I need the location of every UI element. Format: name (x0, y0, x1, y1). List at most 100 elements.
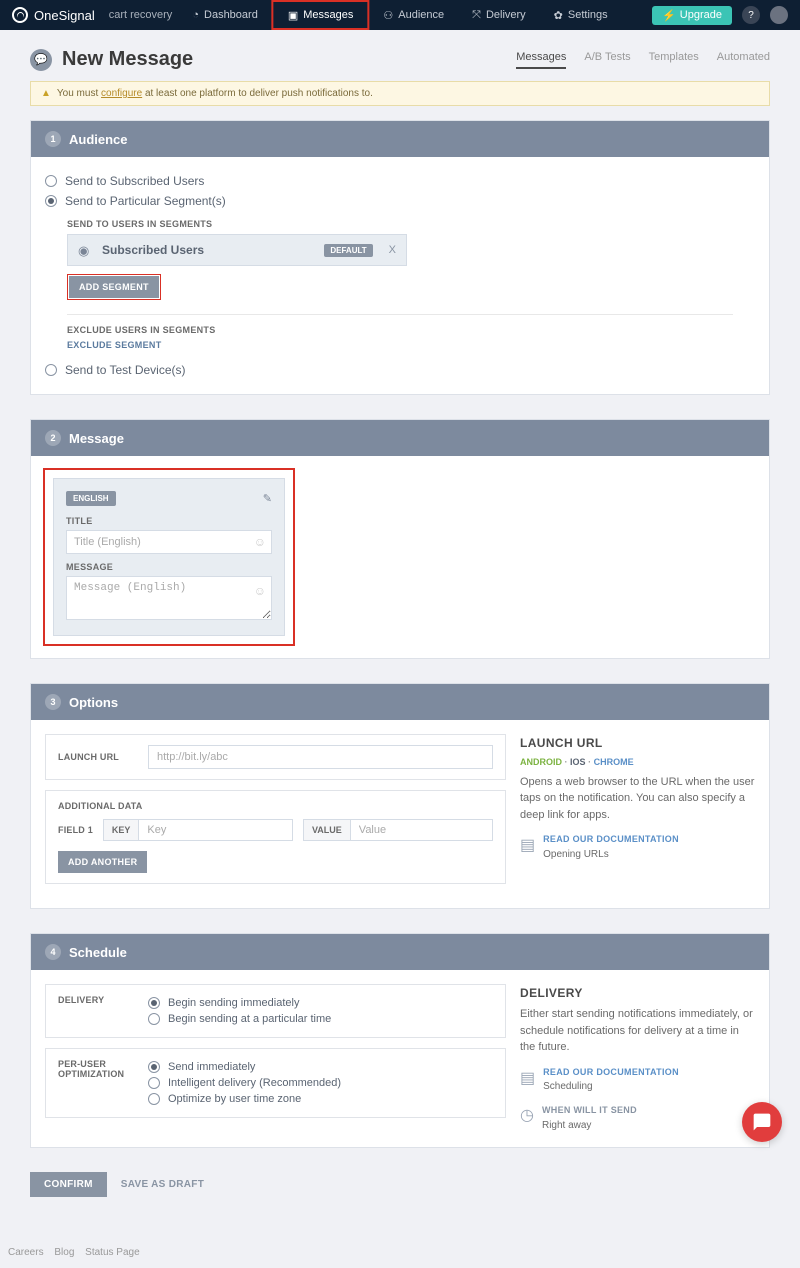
footer-status[interactable]: Status Page (85, 1247, 139, 1258)
segment-chip: ◉ Subscribed Users DEFAULT X (67, 234, 407, 266)
include-segments-label: SEND TO USERS IN SEGMENTS (67, 219, 755, 229)
radio-send-immediately[interactable]: Begin sending immediately (148, 995, 493, 1011)
avatar[interactable] (770, 6, 788, 24)
message-circle-icon: 💬 (30, 49, 52, 71)
radio-subscribed-users[interactable]: Send to Subscribed Users (45, 171, 755, 191)
language-badge: ENGLISH (66, 491, 116, 506)
radio-icon (45, 364, 57, 376)
remove-segment-icon[interactable]: X (389, 244, 396, 256)
nav-audience[interactable]: ⚇Audience (369, 0, 458, 30)
emoji-icon[interactable]: ☺ (254, 584, 266, 598)
divider (67, 314, 733, 315)
app-name[interactable]: cart recovery (109, 9, 173, 21)
message-label: MESSAGE (66, 562, 272, 572)
footer-links: Careers Blog Status Page (0, 1227, 800, 1268)
default-badge: DEFAULT (324, 244, 372, 257)
section-options: 3 Options LAUNCH URL ADDITIONAL DATA FIE… (30, 683, 770, 909)
section-message: 2 Message ENGLISH ✎ TITLE ☺ MESSAGE ☺ (30, 419, 770, 659)
save-draft-button[interactable]: SAVE AS DRAFT (121, 1179, 204, 1190)
gauge-icon: ◔ (192, 9, 199, 21)
message-textarea[interactable] (66, 576, 272, 620)
people-icon: ⚇ (383, 9, 393, 22)
nav-dashboard[interactable]: ◔Dashboard (178, 0, 271, 30)
page-tabs: Messages A/B Tests Templates Automated (516, 51, 770, 69)
additional-data-label: ADDITIONAL DATA (58, 801, 493, 811)
chat-icon (752, 1112, 772, 1132)
tab-templates[interactable]: Templates (649, 51, 699, 69)
flash-icon: ⚡ (662, 9, 676, 22)
segment-name: Subscribed Users (102, 243, 314, 257)
delivery-description: Either start sending notifications immed… (520, 1006, 755, 1056)
edit-icon[interactable]: ✎ (263, 492, 272, 505)
radio-user-timezone[interactable]: Optimize by user time zone (148, 1091, 493, 1107)
nav-center: ◔Dashboard ▣Messages ⚇Audience ⤧Delivery… (178, 0, 621, 30)
brand-text: OneSignal (34, 8, 95, 23)
additional-data-box: ADDITIONAL DATA FIELD 1 KEY VALUE (45, 790, 506, 884)
launch-url-label: LAUNCH URL (58, 752, 136, 762)
section-schedule: 4 Schedule DELIVERY Begin sending immedi… (30, 933, 770, 1148)
nav-settings[interactable]: ✿Settings (540, 0, 622, 30)
radio-particular-segment[interactable]: Send to Particular Segment(s) (45, 191, 755, 211)
nav-delivery[interactable]: ⤧Delivery (458, 0, 540, 30)
step-number-1: 1 (45, 131, 61, 147)
radio-icon (148, 997, 160, 1009)
confirm-button[interactable]: CONFIRM (30, 1172, 107, 1197)
delivery-label: DELIVERY (58, 995, 148, 1027)
key-input[interactable] (139, 820, 292, 840)
footer-careers[interactable]: Careers (8, 1247, 44, 1258)
radio-intelligent-delivery[interactable]: Intelligent delivery (Recommended) (148, 1075, 493, 1091)
launch-url-description: Opens a web browser to the URL when the … (520, 774, 755, 824)
page-title: New Message (62, 48, 193, 71)
add-another-button[interactable]: ADD ANOTHER (58, 851, 147, 873)
chat-widget[interactable] (742, 1102, 782, 1142)
radio-send-particular-time[interactable]: Begin sending at a particular time (148, 1011, 493, 1027)
launch-url-input[interactable] (148, 745, 493, 769)
value-prefix: VALUE (304, 820, 351, 840)
section-header-audience: 1 Audience (31, 121, 769, 157)
title-input[interactable] (66, 530, 272, 554)
launch-url-heading: LAUNCH URL (520, 734, 755, 752)
clock-icon: ◷ (520, 1104, 534, 1128)
emoji-icon[interactable]: ☺ (254, 535, 266, 549)
page-header: 💬 New Message Messages A/B Tests Templat… (30, 42, 770, 81)
exclude-segment-link[interactable]: EXCLUDE SEGMENT (67, 340, 755, 350)
upgrade-button[interactable]: ⚡Upgrade (652, 6, 732, 25)
top-nav: OneSignal cart recovery ◔Dashboard ▣Mess… (0, 0, 800, 30)
warning-icon: ▲ (41, 88, 51, 99)
value-input[interactable] (351, 820, 492, 840)
title-label: TITLE (66, 516, 272, 526)
document-icon: ▤ (520, 834, 535, 858)
launch-url-box: LAUNCH URL (45, 734, 506, 780)
warning-banner: ▲ You must configure at least one platfo… (30, 81, 770, 106)
radio-test-device[interactable]: Send to Test Device(s) (45, 360, 755, 380)
doc-link-scheduling[interactable]: ▤ READ OUR DOCUMENTATION Scheduling (520, 1066, 755, 1095)
onesignal-icon (12, 7, 28, 23)
radio-peruser-immediately[interactable]: Send immediately (148, 1059, 493, 1075)
add-segment-button[interactable]: ADD SEGMENT (69, 276, 159, 298)
help-icon[interactable]: ? (742, 6, 760, 24)
radio-icon (45, 175, 57, 187)
footer-blog[interactable]: Blog (54, 1247, 74, 1258)
configure-link[interactable]: configure (101, 88, 142, 99)
section-audience: 1 Audience Send to Subscribed Users Send… (30, 120, 770, 395)
tab-automated[interactable]: Automated (717, 51, 770, 69)
delivery-heading: DELIVERY (520, 984, 755, 1002)
tab-messages[interactable]: Messages (516, 51, 566, 69)
key-prefix: KEY (104, 820, 140, 840)
gear-icon: ✿ (554, 9, 563, 22)
message-icon: ▣ (288, 9, 298, 22)
doc-link[interactable]: ▤ READ OUR DOCUMENTATION Opening URLs (520, 833, 755, 862)
footer-buttons: CONFIRM SAVE AS DRAFT (30, 1172, 770, 1197)
radio-icon (148, 1093, 160, 1105)
radio-icon (148, 1061, 160, 1073)
language-box: ENGLISH ✎ TITLE ☺ MESSAGE ☺ (53, 478, 285, 636)
platforms-list: ANDROID · IOS · CHROME (520, 756, 755, 770)
document-icon: ▤ (520, 1067, 535, 1091)
radio-icon (148, 1077, 160, 1089)
tab-abtests[interactable]: A/B Tests (584, 51, 630, 69)
brand-logo[interactable]: OneSignal (12, 7, 95, 23)
field1-label: FIELD 1 (58, 825, 93, 835)
step-number-2: 2 (45, 430, 61, 446)
nav-messages[interactable]: ▣Messages (272, 0, 370, 30)
step-number-3: 3 (45, 694, 61, 710)
